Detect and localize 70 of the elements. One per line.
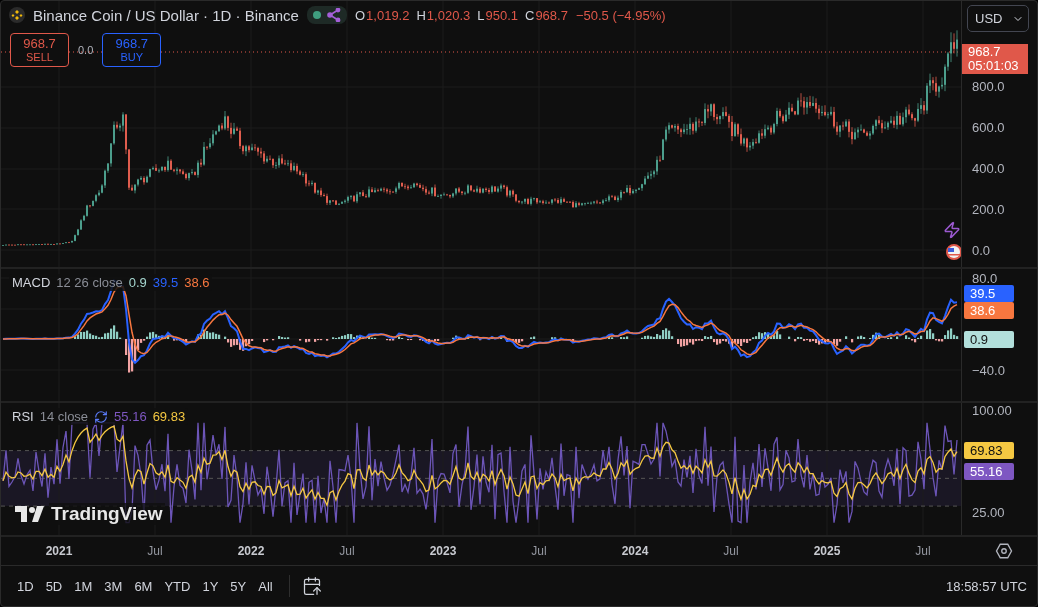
indicator-value: 0.9	[128, 275, 147, 290]
indicator-name: RSI	[12, 409, 34, 424]
range-button[interactable]: 1M	[70, 575, 97, 597]
ohlc-label: C	[525, 7, 535, 23]
time-axis-label: Jul	[914, 544, 932, 558]
time-axis-label: Jul	[146, 544, 164, 558]
axis-tick-label: −40.0	[972, 363, 1006, 379]
logo-icon	[15, 506, 45, 522]
axis-tick-label: 600.0	[972, 120, 1006, 136]
indicator-params: 12 26 close	[56, 275, 123, 290]
time-axis-label: Jul	[530, 544, 548, 558]
range-button[interactable]: 3M	[100, 575, 127, 597]
clock-time: 18:58:57 UTC	[946, 578, 1027, 594]
value-badge: 55.16	[964, 463, 1014, 480]
axis-tick-label: 80.0	[972, 271, 999, 287]
watermark-logo-text: TradingView	[49, 503, 165, 525]
value-badge: 39.5	[964, 285, 1014, 302]
time-axis-label: 2024	[620, 544, 650, 558]
ohlc-value: 1,019.2	[366, 7, 410, 23]
status-dot-icon	[312, 11, 321, 19]
indicator-name: MACD	[12, 275, 51, 290]
status-pill[interactable]	[306, 6, 347, 24]
lightning-icon[interactable]	[943, 221, 961, 239]
time-axis-label: 2021	[44, 544, 74, 558]
candle-countdown: 05:01:03	[968, 59, 1020, 73]
axis-tick-label: 25.00	[972, 505, 1006, 521]
ohlc-value: 1,020.3	[426, 7, 471, 23]
time-axis-label: Jul	[338, 544, 356, 558]
time-axis-label: 2025	[812, 544, 842, 558]
ohlc-label: H	[416, 7, 426, 23]
currency-dropdown[interactable]: USD	[967, 5, 1029, 32]
value-badge: 0.9	[964, 331, 1014, 348]
last-price: 968.7	[968, 45, 1002, 59]
symbol-title: Binance Coin / US Dollar · 1D · Binance	[33, 6, 299, 24]
indicator-params: 14 close	[39, 409, 89, 424]
ohlc-value: 968.7	[535, 7, 568, 23]
axis-tick-label: 100.00	[972, 403, 1013, 419]
settings-icon[interactable]	[995, 542, 1013, 560]
range-button[interactable]: 1Y	[198, 575, 223, 597]
range-button[interactable]: All	[254, 575, 277, 597]
range-button[interactable]: 6M	[130, 575, 157, 597]
time-axis-label: Jul	[722, 544, 740, 558]
indicator-value: 39.5	[152, 275, 179, 290]
calendar-icon[interactable]	[301, 576, 322, 596]
ohlc-label: L	[477, 7, 485, 23]
time-axis-label: 2022	[236, 544, 266, 558]
price-change: −50.5 (−4.95%)	[575, 7, 666, 23]
spread-value: 0.0	[78, 44, 94, 56]
flag-icon[interactable]	[945, 243, 961, 261]
value-badge: 38.6	[964, 302, 1014, 319]
buy-button[interactable]: 968.7 BUY	[102, 33, 162, 67]
time-axis-label: 2023	[428, 544, 458, 558]
axis-tick-label: 200.0	[972, 202, 1006, 218]
share-icon	[326, 8, 341, 22]
axis-tick-label: 800.0	[972, 79, 1006, 95]
range-button[interactable]: 5D	[41, 575, 67, 597]
range-button[interactable]: 1D	[13, 575, 38, 597]
indicator-value: 69.83	[152, 409, 186, 424]
range-button[interactable]: YTD	[160, 575, 195, 597]
axis-tick-label: 0.0	[972, 243, 992, 259]
coin-logo-icon	[9, 7, 25, 23]
range-button[interactable]: 5Y	[226, 575, 251, 597]
refresh-icon[interactable]	[94, 409, 109, 424]
ohlc-value: 950.1	[485, 7, 518, 23]
sell-button[interactable]: 968.7 SELL	[10, 33, 69, 67]
ohlc-label: O	[354, 7, 366, 23]
indicator-value: 38.6	[184, 275, 210, 290]
indicator-value: 55.16	[114, 409, 147, 424]
value-badge: 69.83	[964, 442, 1014, 459]
axis-tick-label: 400.0	[972, 161, 1006, 177]
